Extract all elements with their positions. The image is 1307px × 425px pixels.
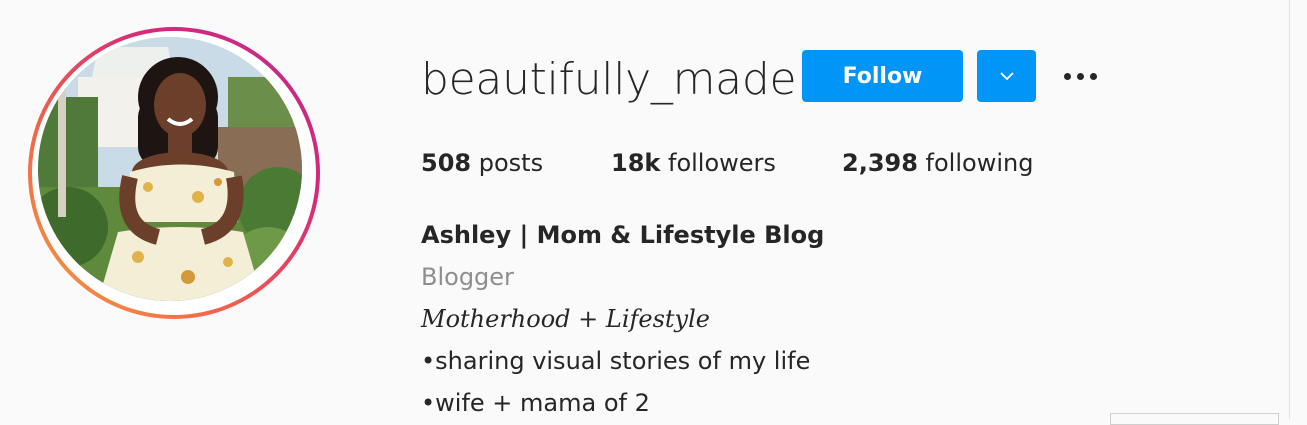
bio-line: •sharing visual stories of my life [421,347,811,375]
following-count: 2,398 [842,149,918,177]
following-stat[interactable]: 2,398 following [842,146,1033,180]
category-label: Blogger [421,263,514,291]
followers-stat[interactable]: 18k followers [611,146,776,180]
full-name: Ashley | Mom & Lifestyle Blog [421,221,825,249]
more-options-icon [1063,72,1071,80]
posts-stat: 508 posts [421,146,543,180]
username: beautifully_made [421,54,797,105]
bottom-right-element [1110,413,1279,425]
page-edge-divider [1289,0,1290,419]
more-options-button[interactable] [1058,60,1102,92]
bio-tagline: Motherhood + Lifestyle [421,305,710,333]
suggested-accounts-dropdown-button[interactable] [977,50,1036,102]
avatar[interactable] [38,37,302,301]
avatar-story-ring[interactable] [28,27,320,319]
following-label: following [917,149,1034,177]
chevron-down-icon [999,72,1014,81]
followers-label: followers [660,149,776,177]
bio-line: •wife + mama of 2 [421,389,650,417]
followers-count: 18k [611,149,661,177]
posts-label: posts [471,149,544,177]
profile-photo [38,37,302,301]
posts-count: 508 [421,149,472,177]
follow-button[interactable]: Follow [802,50,963,102]
